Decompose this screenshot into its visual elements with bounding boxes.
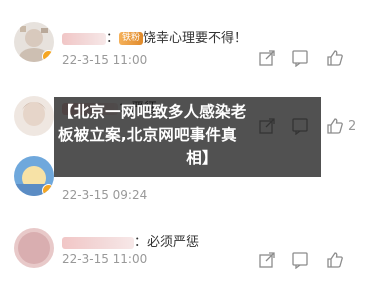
comment-item: ：必须严惩 22-3-15 11:00 xyxy=(0,188,368,282)
comment-time: 22-3-15 11:00 xyxy=(62,53,148,67)
avatar[interactable] xyxy=(14,22,54,62)
thumbs-up-icon[interactable] xyxy=(326,117,344,135)
headline-title: 【北京一网吧致多人感染老 板被立案,北京网吧事件真 相】 xyxy=(58,101,316,170)
thumbs-up-icon[interactable] xyxy=(326,251,344,269)
avatar[interactable] xyxy=(14,96,54,136)
headline-line-2: 板被立案,北京网吧事件真 xyxy=(58,126,237,144)
comment-text: 饶幸心理要不得！ xyxy=(143,31,248,46)
share-icon[interactable] xyxy=(258,49,276,67)
comment-item: ：铁粉 饶幸心理要不得！ 22-3-15 11:00 xyxy=(0,0,368,94)
verified-badge-icon xyxy=(42,50,54,62)
like-count: 2 xyxy=(348,119,357,134)
comment-icon[interactable] xyxy=(291,49,309,67)
user-name[interactable] xyxy=(62,236,134,249)
comment-text: 必须严惩 xyxy=(147,235,200,250)
comment-icon[interactable] xyxy=(291,251,309,269)
comment-text-line: ：必须严惩 xyxy=(62,231,199,250)
vip-badge: 铁粉 xyxy=(119,32,144,45)
headline-line-1: 【北京一网吧致多人感染老 xyxy=(58,103,247,121)
comment-text-line: ：铁粉 饶幸心理要不得！ xyxy=(62,27,247,46)
comment-time: 22-3-15 11:00 xyxy=(62,252,148,266)
thumbs-up-icon[interactable] xyxy=(326,49,344,67)
headline-line-3: 相】 xyxy=(186,149,218,167)
avatar[interactable] xyxy=(14,228,54,268)
user-name[interactable] xyxy=(62,32,106,45)
share-icon[interactable] xyxy=(258,251,276,269)
